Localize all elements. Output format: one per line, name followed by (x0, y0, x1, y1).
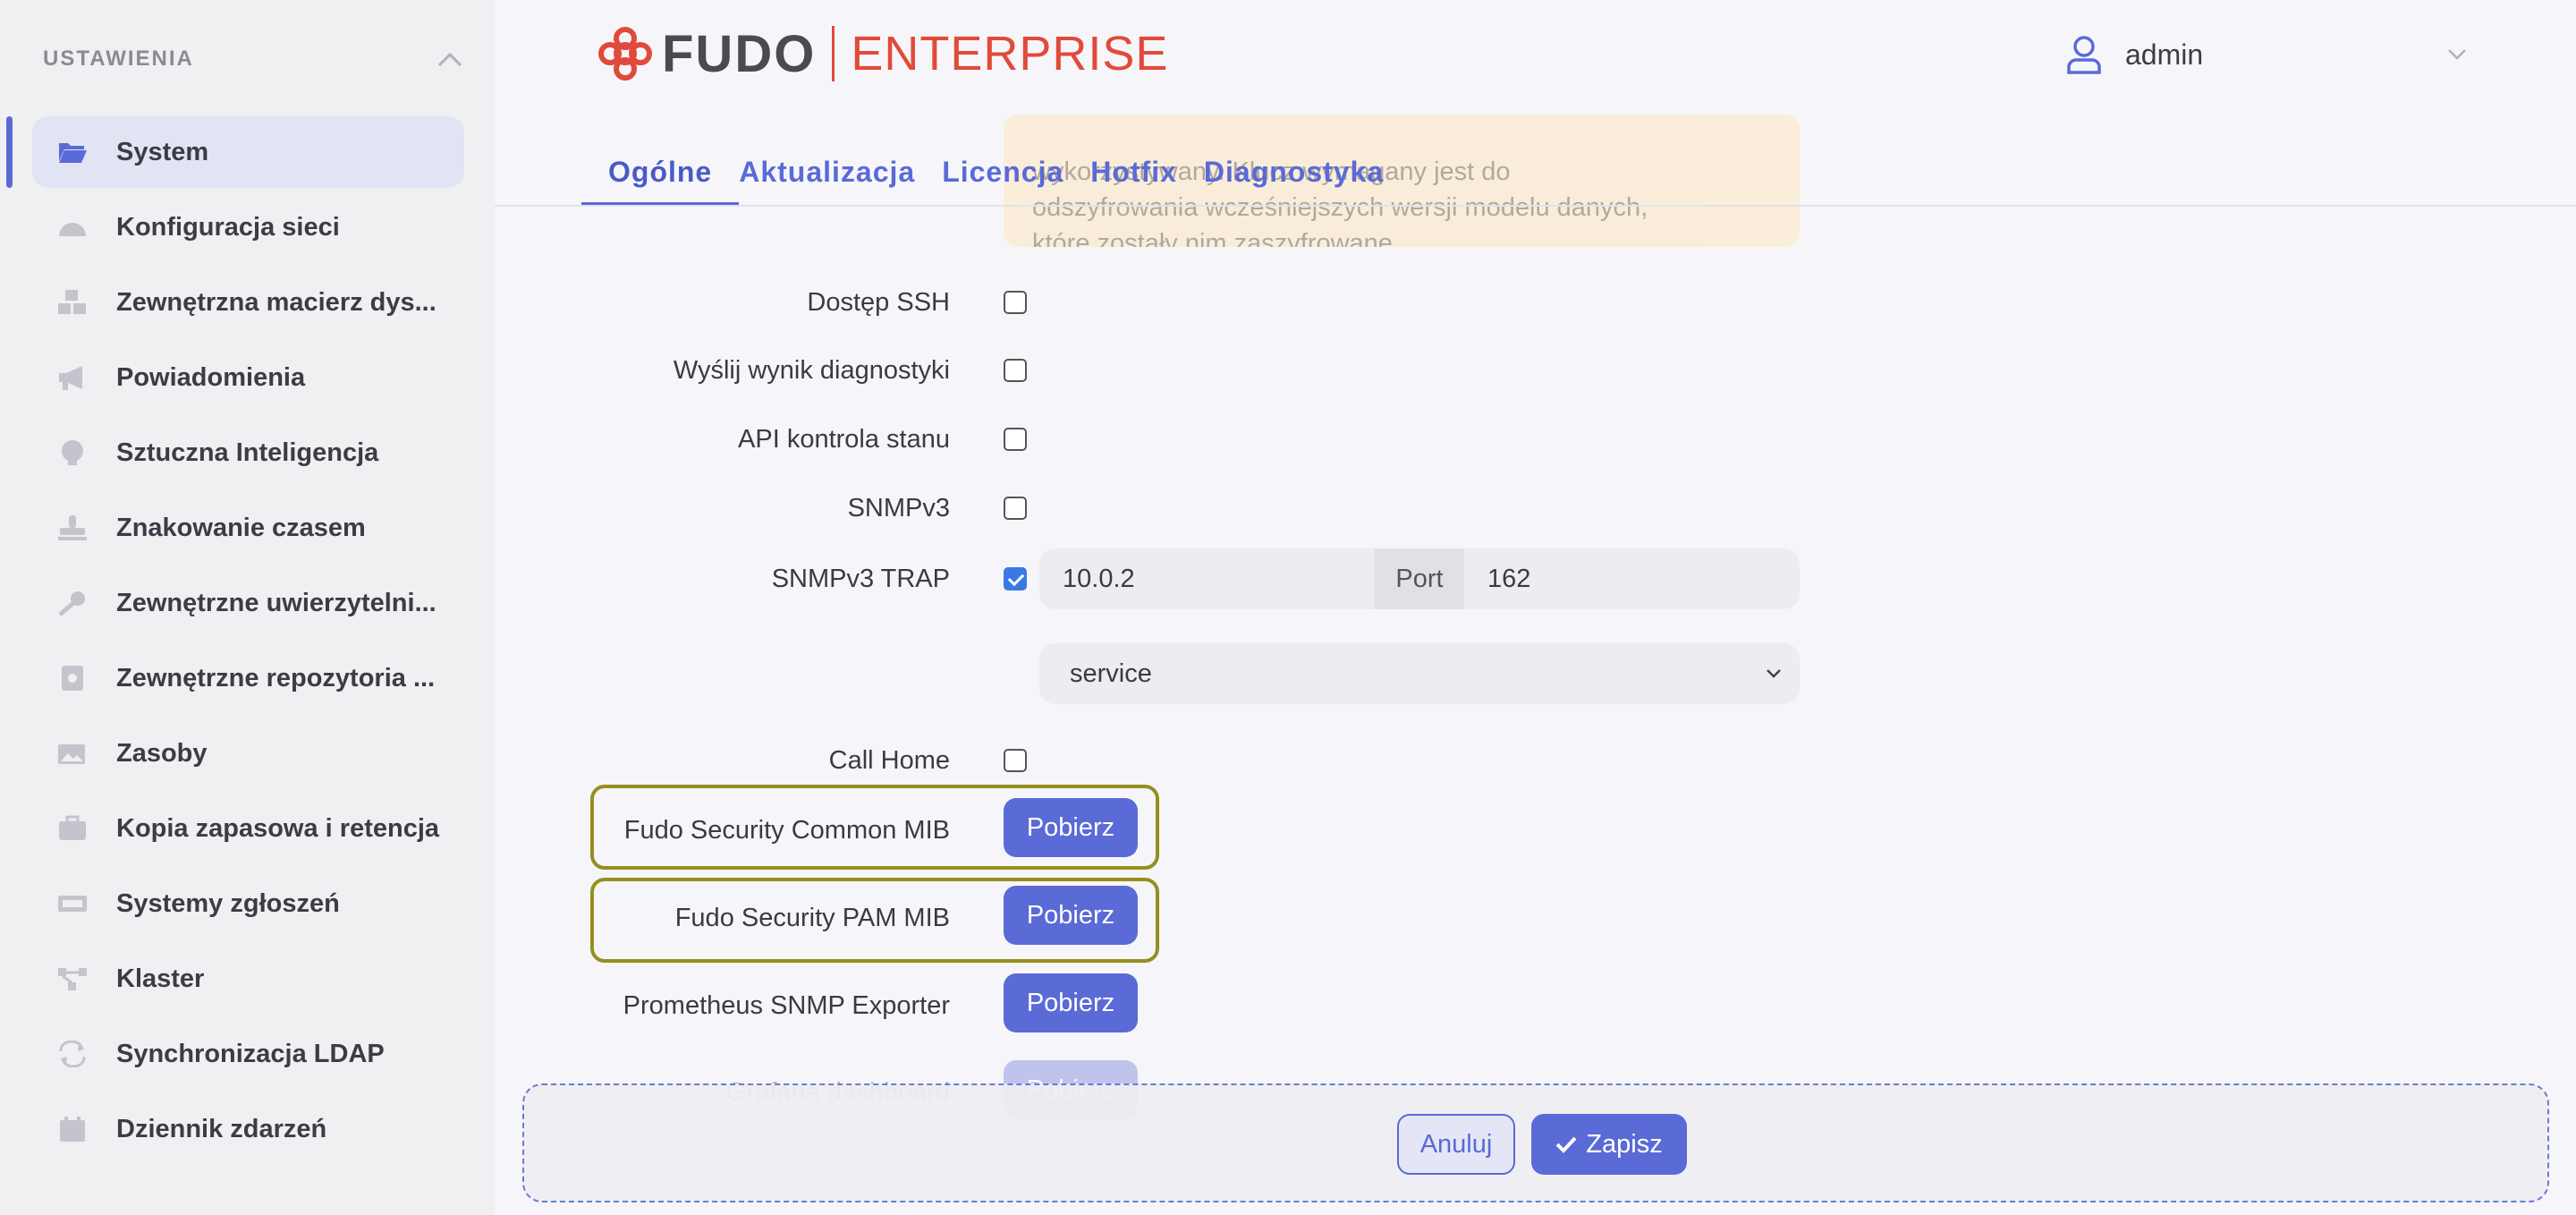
pam-mib-label: Fudo Security PAM MIB (674, 904, 950, 932)
sidebar-header: USTAWIENIA (43, 43, 463, 75)
download-common-mib-button[interactable]: Pobierz (1004, 798, 1138, 857)
download-pam-mib-button[interactable]: Pobierz (1004, 886, 1138, 945)
user-icon (2067, 36, 2101, 74)
snmpv3-label: SNMPv3 (847, 494, 950, 523)
sync-icon (57, 1041, 88, 1067)
network-icon (57, 214, 88, 241)
row-common-mib: Fudo Security Common MIB Pobierz (537, 798, 1878, 857)
ssh-checkbox[interactable] (1004, 291, 1027, 314)
download-prometheus-button[interactable]: Pobierz (1004, 973, 1138, 1032)
trap-port-input[interactable]: 162 (1464, 548, 1800, 609)
api-health-label: API kontrola stanu (738, 425, 950, 454)
ticket-icon (57, 890, 88, 917)
sidebar-item-resources[interactable]: Zasoby (0, 718, 495, 789)
sidebar-nav: System Konfiguracja sieci Zewnętrzna mac… (0, 116, 495, 1168)
row-snmpv3-trap: SNMPv3 TRAP 10.0.2 Port 162 (537, 548, 1878, 609)
sidebar-item-system[interactable]: System (6, 116, 464, 188)
calendar-icon (57, 1116, 88, 1143)
user-menu[interactable]: admin (2066, 32, 2467, 77)
check-icon (1555, 1136, 1577, 1153)
chevron-down-icon[interactable] (2447, 48, 2467, 61)
save-button[interactable]: Zapisz (1531, 1114, 1687, 1175)
api-health-checkbox[interactable] (1004, 428, 1027, 451)
diagnostics-label: Wyślij wynik diagnostyki (673, 356, 950, 385)
sidebar-item-timestamping[interactable]: Znakowanie czasem (0, 492, 495, 564)
sidebar-item-ticket-systems[interactable]: Systemy zgłoszeń (0, 868, 495, 939)
tab-divider (495, 205, 2576, 207)
call-home-checkbox[interactable] (1004, 749, 1027, 772)
key-icon (57, 590, 88, 616)
tab-bar: Ogólne Aktualizacja Licencja Hotfix Diag… (581, 149, 1411, 206)
cluster-icon (57, 965, 88, 992)
sidebar-item-ai[interactable]: Sztuczna Inteligencja (0, 417, 495, 489)
fudo-logo-icon (598, 27, 652, 81)
row-call-home: Call Home (537, 738, 1878, 783)
username: admin (2125, 38, 2204, 71)
trap-user-value: service (1070, 659, 1152, 688)
brand-logo: FUDO ENTERPRISE (597, 24, 1169, 83)
sidebar-title: USTAWIENIA (43, 47, 194, 71)
sidebar-item-network[interactable]: Konfiguracja sieci (0, 191, 495, 263)
tab-update[interactable]: Aktualizacja (739, 149, 942, 206)
brain-icon (57, 439, 88, 466)
trap-port-addon: Port (1375, 548, 1464, 609)
chevron-up-icon[interactable] (436, 50, 463, 68)
sidebar-item-external-repos[interactable]: Zewnętrzne repozytoria ... (0, 642, 495, 714)
snmpv3-trap-label: SNMPv3 TRAP (771, 565, 950, 593)
logo-fudo-text: FUDO (662, 24, 817, 83)
row-ssh: Dostęp SSH (537, 280, 1878, 325)
megaphone-icon (57, 364, 88, 391)
prometheus-label: Prometheus SNMP Exporter (623, 991, 950, 1020)
sidebar-item-notifications[interactable]: Powiadomienia (0, 342, 495, 413)
tab-diagnostics[interactable]: Diagnostyka (1204, 149, 1411, 206)
trap-user-select[interactable]: service (1039, 643, 1800, 704)
tab-general[interactable]: Ogólne (581, 149, 740, 206)
row-trap-user: service (537, 643, 1878, 704)
vault-icon (57, 665, 88, 692)
snmpv3-trap-checkbox[interactable] (1004, 567, 1027, 591)
sidebar: USTAWIENIA System Konfiguracja sieci Zew… (0, 0, 495, 1215)
diagnostics-checkbox[interactable] (1004, 359, 1027, 382)
row-api-health: API kontrola stanu (537, 417, 1878, 462)
sidebar-item-ldap-sync[interactable]: Synchronizacja LDAP (0, 1018, 495, 1090)
form-footer: Anuluj Zapisz (522, 1083, 2549, 1202)
row-snmpv3: SNMPv3 (537, 486, 1878, 531)
warning-line: które zostały nim zaszyfrowane. (1032, 229, 1400, 247)
sidebar-item-event-log[interactable]: Dziennik zdarzeń (0, 1093, 495, 1165)
sidebar-item-external-auth[interactable]: Zewnętrzne uwierzytelni... (0, 567, 495, 639)
save-label: Zapisz (1586, 1129, 1663, 1159)
snmpv3-checkbox[interactable] (1004, 497, 1027, 520)
images-icon (57, 740, 88, 767)
trap-ip-input[interactable]: 10.0.2 (1039, 548, 1375, 609)
chevron-down-icon (1767, 669, 1781, 678)
row-pam-mib: Fudo Security PAM MIB Pobierz (537, 886, 1878, 945)
sidebar-item-storage[interactable]: Zewnętrzna macierz dys... (0, 267, 495, 338)
row-diagnostics: Wyślij wynik diagnostyki (537, 348, 1878, 393)
row-prometheus: Prometheus SNMP Exporter Pobierz (537, 973, 1878, 1032)
stamp-icon (57, 514, 88, 541)
tab-hotfix[interactable]: Hotfix (1090, 149, 1204, 206)
common-mib-label: Fudo Security Common MIB (623, 816, 950, 845)
logo-separator (832, 26, 835, 81)
tab-license[interactable]: Licencja (942, 149, 1090, 206)
folder-open-icon (57, 139, 88, 166)
briefcase-icon (57, 815, 88, 842)
logo-enterprise-text: ENTERPRISE (851, 27, 1169, 81)
ssh-label: Dostęp SSH (807, 288, 950, 317)
storage-boxes-icon (57, 289, 88, 316)
sidebar-item-cluster[interactable]: Klaster (0, 943, 495, 1015)
sidebar-item-backup[interactable]: Kopia zapasowa i retencja (0, 793, 495, 864)
cancel-button[interactable]: Anuluj (1397, 1114, 1515, 1175)
call-home-label: Call Home (828, 746, 950, 775)
trap-address-group: 10.0.2 Port 162 (1039, 548, 1800, 609)
